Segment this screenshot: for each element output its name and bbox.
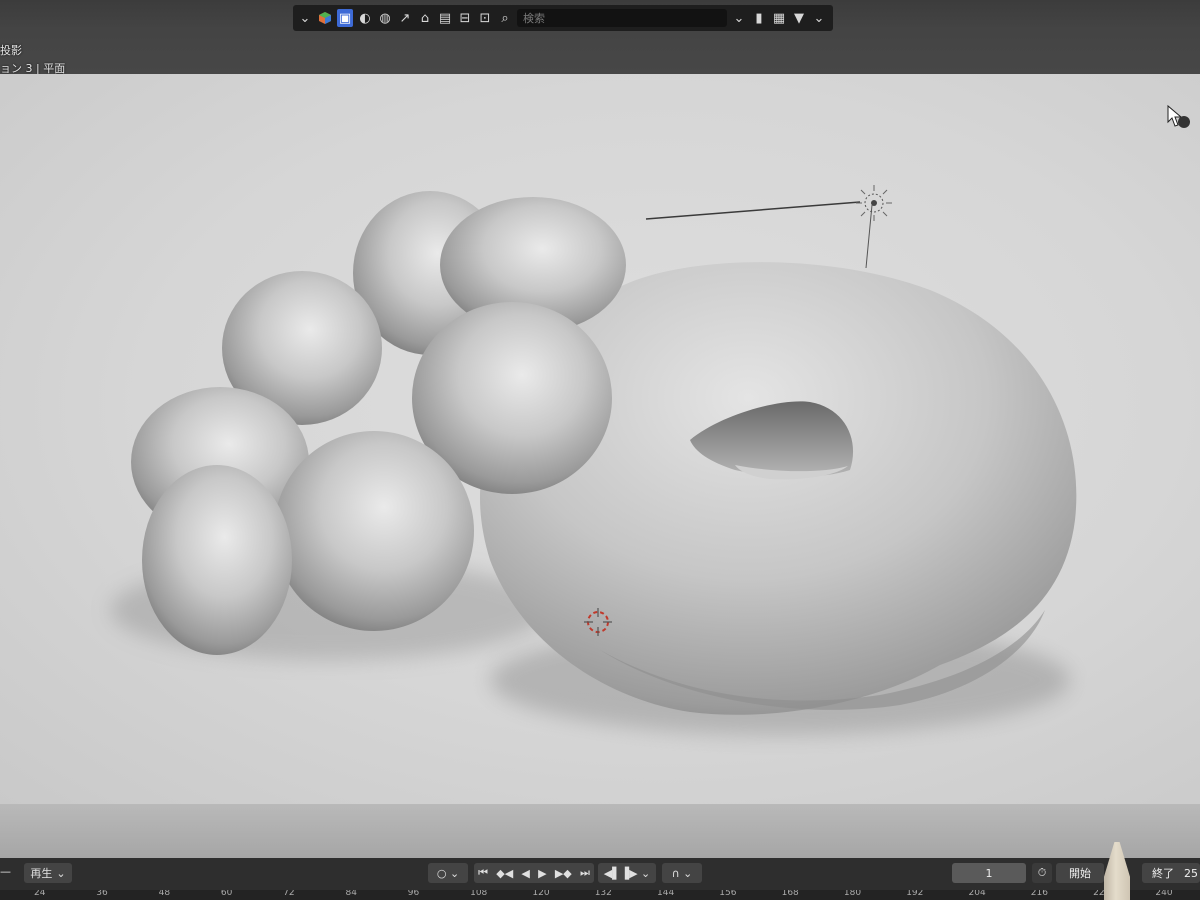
ruler-tick-label: 180 — [843, 890, 862, 898]
play-reverse-icon[interactable]: ◀ — [521, 867, 529, 880]
chevron-down-icon[interactable]: ⌄ — [731, 9, 747, 27]
3d-viewport[interactable] — [0, 74, 1200, 804]
search-icon: ⌕ — [501, 10, 509, 26]
link-icon[interactable]: ⊡ — [477, 9, 493, 27]
step-icon: ◀▌▐▶ ⌄ — [603, 866, 651, 880]
ruler-tick-label: 60 — [220, 890, 233, 898]
playback-controls: ⏮ ◆◀ ◀ ▶ ▶◆ ⏭ — [474, 863, 594, 883]
next-keyframe-icon[interactable]: ▶◆ — [555, 867, 572, 880]
keying-button[interactable]: ○ ⌄ — [428, 863, 468, 883]
ruler-tick-label: 108 — [470, 890, 488, 898]
play-icon[interactable]: ▶ — [538, 867, 546, 880]
chevron-down-icon[interactable]: ⌄ — [297, 9, 313, 27]
frame-step-controls[interactable]: ◀▌▐▶ ⌄ — [598, 863, 656, 883]
ruler-tick-label: 168 — [781, 890, 799, 898]
magnet-icon: ∩ ⌄ — [671, 866, 693, 880]
playback-label: 再生 — [30, 867, 53, 880]
view-mode-label: 投影 — [0, 44, 22, 57]
ruler-tick-label: 204 — [968, 890, 986, 898]
jump-end-icon[interactable]: ⏭ — [580, 866, 590, 880]
selectable-icon[interactable]: ▣ — [337, 9, 353, 27]
timeline-bar: — 再生 ⌄ ○ ⌄ ⏮ ◆◀ ◀ ▶ ▶◆ ⏭ ◀▌▐▶ ⌄ ∩ ⌄ 1 ⏱ … — [0, 858, 1200, 890]
ruler-tick-label: 240 — [1155, 890, 1173, 898]
stopwatch-icon[interactable]: ⏱ — [1032, 863, 1052, 883]
scene-render — [110, 185, 1077, 735]
chevron-down-icon[interactable]: ⌄ — [811, 9, 827, 27]
start-frame-field[interactable]: 開始 — [1056, 863, 1104, 883]
current-frame-field[interactable]: 1 — [952, 863, 1026, 883]
prev-keyframe-icon[interactable]: ◆◀ — [496, 867, 513, 880]
lower-panel — [0, 804, 1200, 858]
ruler-tick-label: 24 — [34, 890, 46, 898]
outliner-toolbar: ⌄ ▣ ◐ ◍ ↗ ⌂ ▤ ⊟ ⊡ ⌕ ⌄ ▮ ▦ ▼ ⌄ — [293, 5, 833, 31]
ruler-tick-label: 48 — [158, 890, 171, 898]
frame-ruler[interactable]: 24 36 48 60 72 84 96 108 120 132 144 156 168 180 192 20… — [0, 890, 1200, 900]
end-value: 25 — [1184, 866, 1198, 880]
record-icon: ○ ⌄ — [436, 866, 460, 880]
ruler-tick-label: 84 — [345, 890, 357, 898]
end-frame-field[interactable]: 終了 25 — [1142, 863, 1200, 883]
current-frame-value: 1 — [985, 866, 993, 880]
ruler-tick-label: 156 — [719, 890, 737, 898]
ruler-tick-label: 96 — [407, 890, 420, 898]
bookmark-icon[interactable]: ▮ — [751, 9, 767, 27]
display-icon[interactable]: ◐ — [357, 9, 373, 27]
ruler-tick-label: 36 — [96, 890, 108, 898]
filter-icon[interactable]: ⊟ — [457, 9, 473, 27]
jump-start-icon[interactable]: ⏮ — [478, 866, 488, 880]
auto-key-button[interactable]: ∩ ⌄ — [662, 863, 702, 883]
end-label: 終了 — [1152, 867, 1174, 880]
light-icon — [856, 185, 892, 221]
layout-icon[interactable]: ▦ — [771, 9, 787, 27]
light-direction-line — [645, 201, 861, 220]
timeline-menu-stub[interactable]: — — [0, 865, 11, 878]
sphere-mesh — [142, 465, 292, 655]
ruler-tick-label: 216 — [1030, 890, 1048, 898]
ruler-tick-label: 192 — [906, 890, 924, 898]
cursor-icon[interactable]: ↗ — [397, 9, 413, 27]
search-field[interactable] — [517, 9, 727, 27]
chevron-down-icon: ⌄ — [56, 866, 66, 880]
collection-icon[interactable]: ⌂ — [417, 9, 433, 27]
render-icon[interactable]: ▤ — [437, 9, 453, 27]
ruler-tick-label: 132 — [594, 890, 612, 898]
playback-menu[interactable]: 再生 ⌄ — [24, 863, 72, 883]
viewport-header: ⌄ ▣ ◐ ◍ ↗ ⌂ ▤ ⊟ ⊡ ⌕ ⌄ ▮ ▦ ▼ ⌄ 投影 ョン 3 | … — [0, 0, 1200, 75]
world-icon[interactable]: ◍ — [377, 9, 393, 27]
sphere-mesh — [274, 431, 474, 631]
ruler-tick-label: 120 — [532, 890, 550, 898]
start-label: 開始 — [1069, 867, 1091, 880]
funnel-icon[interactable]: ▼ — [791, 9, 807, 27]
search-input[interactable] — [521, 10, 705, 26]
view-gizmo-icon[interactable] — [1166, 104, 1192, 130]
scene-icon[interactable] — [317, 9, 333, 27]
ruler-tick-label: 72 — [283, 890, 295, 898]
ruler-tick-label: 144 — [657, 890, 675, 898]
